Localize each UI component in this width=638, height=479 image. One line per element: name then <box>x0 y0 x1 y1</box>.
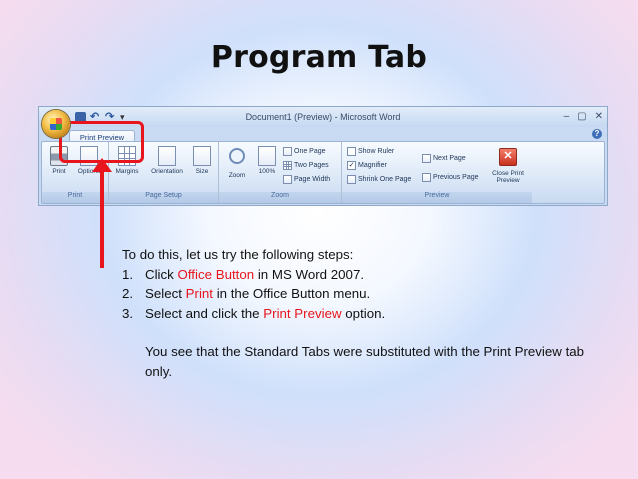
zoom-label: Zoom <box>228 172 246 179</box>
slide-content: To do this, let us try the following ste… <box>122 245 592 381</box>
magnifier-label: Magnifier <box>358 162 387 169</box>
show-ruler-check[interactable] <box>347 147 356 156</box>
zoom-100-button[interactable]: 100% <box>253 146 281 175</box>
step-number: 2. <box>122 286 134 301</box>
size-label: Size <box>195 168 209 175</box>
zoom-button[interactable]: Zoom <box>223 146 251 179</box>
next-page-icon <box>422 154 431 163</box>
step-post: in MS Word 2007. <box>254 266 365 282</box>
shrink-icon <box>347 175 356 184</box>
magnifier-check[interactable]: ✓ <box>347 161 356 170</box>
shrink-one-page-button[interactable]: Shrink One Page <box>347 175 411 184</box>
zoom-100-label: 100% <box>258 168 276 175</box>
group-label-preview: Preview <box>342 192 532 203</box>
two-pages-label: Two Pages <box>294 162 329 169</box>
group-label-zoom: Zoom <box>219 192 341 203</box>
previous-page-label: Previous Page <box>433 174 479 181</box>
two-pages-button[interactable]: Two Pages <box>283 161 329 170</box>
maximize-icon[interactable]: ▢ <box>577 111 586 122</box>
close-print-preview-label: Close Print Preview <box>492 170 524 184</box>
group-preview: Show Ruler ✓ Magnifier Shrink One Page N… <box>342 142 532 203</box>
orientation-button[interactable]: Orientation <box>147 146 187 175</box>
office-logo-icon <box>50 118 62 130</box>
minimize-icon[interactable]: – <box>564 111 570 122</box>
size-icon <box>193 146 211 166</box>
arrow-shaft <box>100 170 104 268</box>
magnifier-checkbox[interactable]: ✓ Magnifier <box>347 161 387 170</box>
step-number: 3. <box>122 305 134 321</box>
highlight-box <box>59 121 144 163</box>
orientation-label: Orientation <box>151 168 183 175</box>
step-post: option. <box>341 305 386 321</box>
step-highlight: Print <box>185 286 213 301</box>
page-100-icon <box>258 146 276 166</box>
note-text: You see that the Standard Tabs were subs… <box>145 344 585 379</box>
step-pre: Select and click the <box>145 305 264 321</box>
previous-page-button[interactable]: Previous Page <box>422 173 479 182</box>
step-2: 2. Select Print in the Office Button men… <box>122 284 592 304</box>
next-page-button[interactable]: Next Page <box>422 154 466 163</box>
step-highlight: Print Preview <box>263 305 342 321</box>
step-1: 1. Click Office Button in MS Word 2007. <box>122 265 592 285</box>
orientation-icon <box>158 146 176 166</box>
step-text: Click Office Button in MS Word 2007. <box>145 265 364 285</box>
window-controls: – ▢ ✕ <box>564 111 603 122</box>
previous-page-icon <box>422 173 431 182</box>
slide-title: Program Tab <box>210 40 428 75</box>
show-ruler-checkbox[interactable]: Show Ruler <box>347 147 394 156</box>
two-pages-icon <box>283 161 292 170</box>
intro-text: To do this, let us try the following ste… <box>122 247 354 262</box>
step-text: Select and click the Print Preview optio… <box>145 304 385 324</box>
step-post: in the Office Button menu. <box>213 286 371 301</box>
print-label: Print <box>52 168 66 175</box>
close-print-preview-button[interactable]: ✕ Close Print Preview <box>489 146 527 184</box>
group-label-print: Print <box>42 192 108 203</box>
step-number: 1. <box>122 266 134 282</box>
show-ruler-label: Show Ruler <box>358 148 395 155</box>
margins-label: Margins <box>115 168 139 175</box>
page-width-icon <box>283 175 292 184</box>
office-button[interactable] <box>42 110 70 138</box>
one-page-button[interactable]: One Page <box>283 147 326 156</box>
step-pre: Click <box>145 266 178 282</box>
step-pre: Select <box>145 286 186 301</box>
shrink-one-page-label: Shrink One Page <box>358 176 412 183</box>
step-highlight: Office Button <box>177 266 255 282</box>
magnifier-icon <box>229 148 245 164</box>
step-3: 3. Select and click the Print Preview op… <box>122 304 592 324</box>
close-icon[interactable]: ✕ <box>595 111 603 122</box>
group-zoom: Zoom 100% One Page Two Pages Page Width … <box>219 142 342 203</box>
page-width-button[interactable]: Page Width <box>283 175 330 184</box>
group-label-page-setup: Page Setup <box>109 192 218 203</box>
page-width-label: Page Width <box>294 176 331 183</box>
one-page-icon <box>283 147 292 156</box>
step-text: Select Print in the Office Button menu. <box>145 284 370 304</box>
close-preview-icon: ✕ <box>499 148 517 166</box>
one-page-label: One Page <box>294 148 326 155</box>
next-page-label: Next Page <box>433 155 466 162</box>
size-button[interactable]: Size <box>188 146 216 175</box>
